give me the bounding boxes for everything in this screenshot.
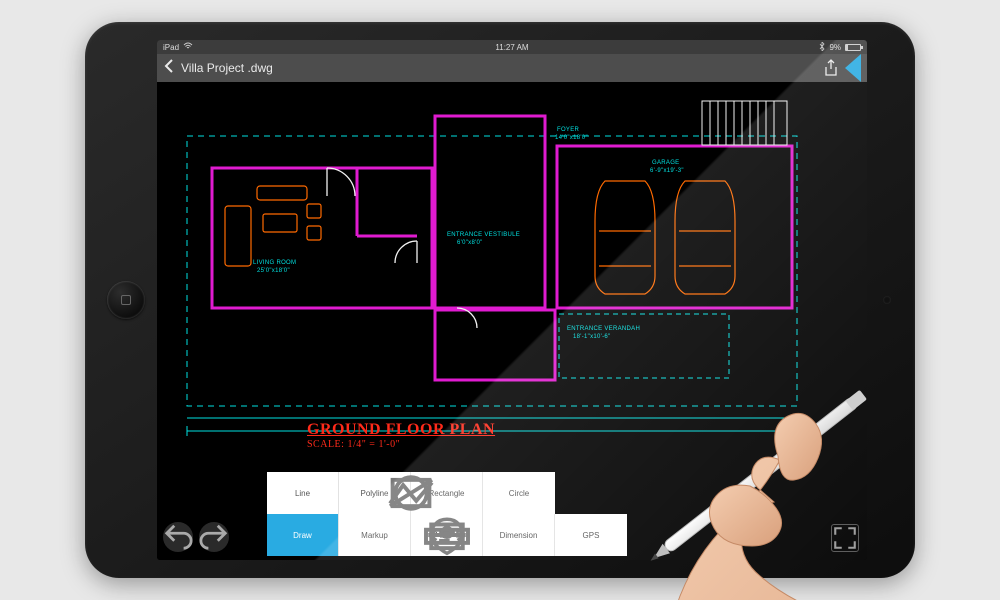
panel-toggle-button[interactable] (845, 54, 861, 82)
share-icon[interactable] (823, 59, 839, 77)
home-button[interactable] (107, 281, 145, 319)
label-vestibule-dims: 6'0"x8'0" (457, 240, 483, 246)
status-time: 11:27 AM (157, 43, 867, 52)
drawing-canvas[interactable]: LIVING ROOM 25'0"x18'0" ENTRANCE VESTIBU… (157, 82, 867, 560)
label-living-dims: 25'0"x18'0" (257, 268, 290, 274)
back-button[interactable] (163, 58, 175, 79)
battery-icon (845, 44, 861, 51)
label-verandah-name: ENTRANCE VERANDAH (567, 326, 640, 332)
ipad-device-frame: iPad 11:27 AM 9% (85, 22, 915, 578)
plan-scale: SCALE: 1/4" = 1'-0" (307, 439, 495, 450)
mode-tools-row: Draw Markup Measure Dimension (267, 514, 627, 556)
ios-status-bar: iPad 11:27 AM 9% (157, 40, 867, 54)
draw-tools-row: Line Polyline Rectangle Circle (267, 472, 555, 514)
label-garage-dims: 6'-9"x19'-3" (650, 168, 684, 174)
undo-button[interactable] (163, 522, 193, 552)
label-vestibule-name: ENTRANCE VESTIBULE (447, 232, 520, 238)
plan-title: GROUND FLOOR PLAN (307, 421, 495, 439)
label-foyer-name: FOYER (557, 127, 580, 133)
redo-button[interactable] (199, 522, 229, 552)
label-foyer-dims: 14'0"x18'0" (555, 135, 588, 141)
front-camera (883, 296, 891, 304)
zoom-extents-button[interactable] (831, 524, 859, 552)
tool-circle[interactable]: Circle (483, 472, 555, 514)
plan-title-block: GROUND FLOOR PLAN SCALE: 1/4" = 1'-0" (307, 421, 495, 450)
label-living-name: LIVING ROOM (253, 260, 296, 266)
filename[interactable]: Villa Project .dwg (181, 61, 273, 75)
label-verandah-dims: 18'-1"x10'-6" (573, 334, 610, 340)
label-garage-name: GARAGE (652, 160, 679, 166)
mode-gps[interactable]: GPS (555, 514, 627, 556)
screen: iPad 11:27 AM 9% (157, 40, 867, 560)
app-header: Villa Project .dwg (157, 54, 867, 82)
